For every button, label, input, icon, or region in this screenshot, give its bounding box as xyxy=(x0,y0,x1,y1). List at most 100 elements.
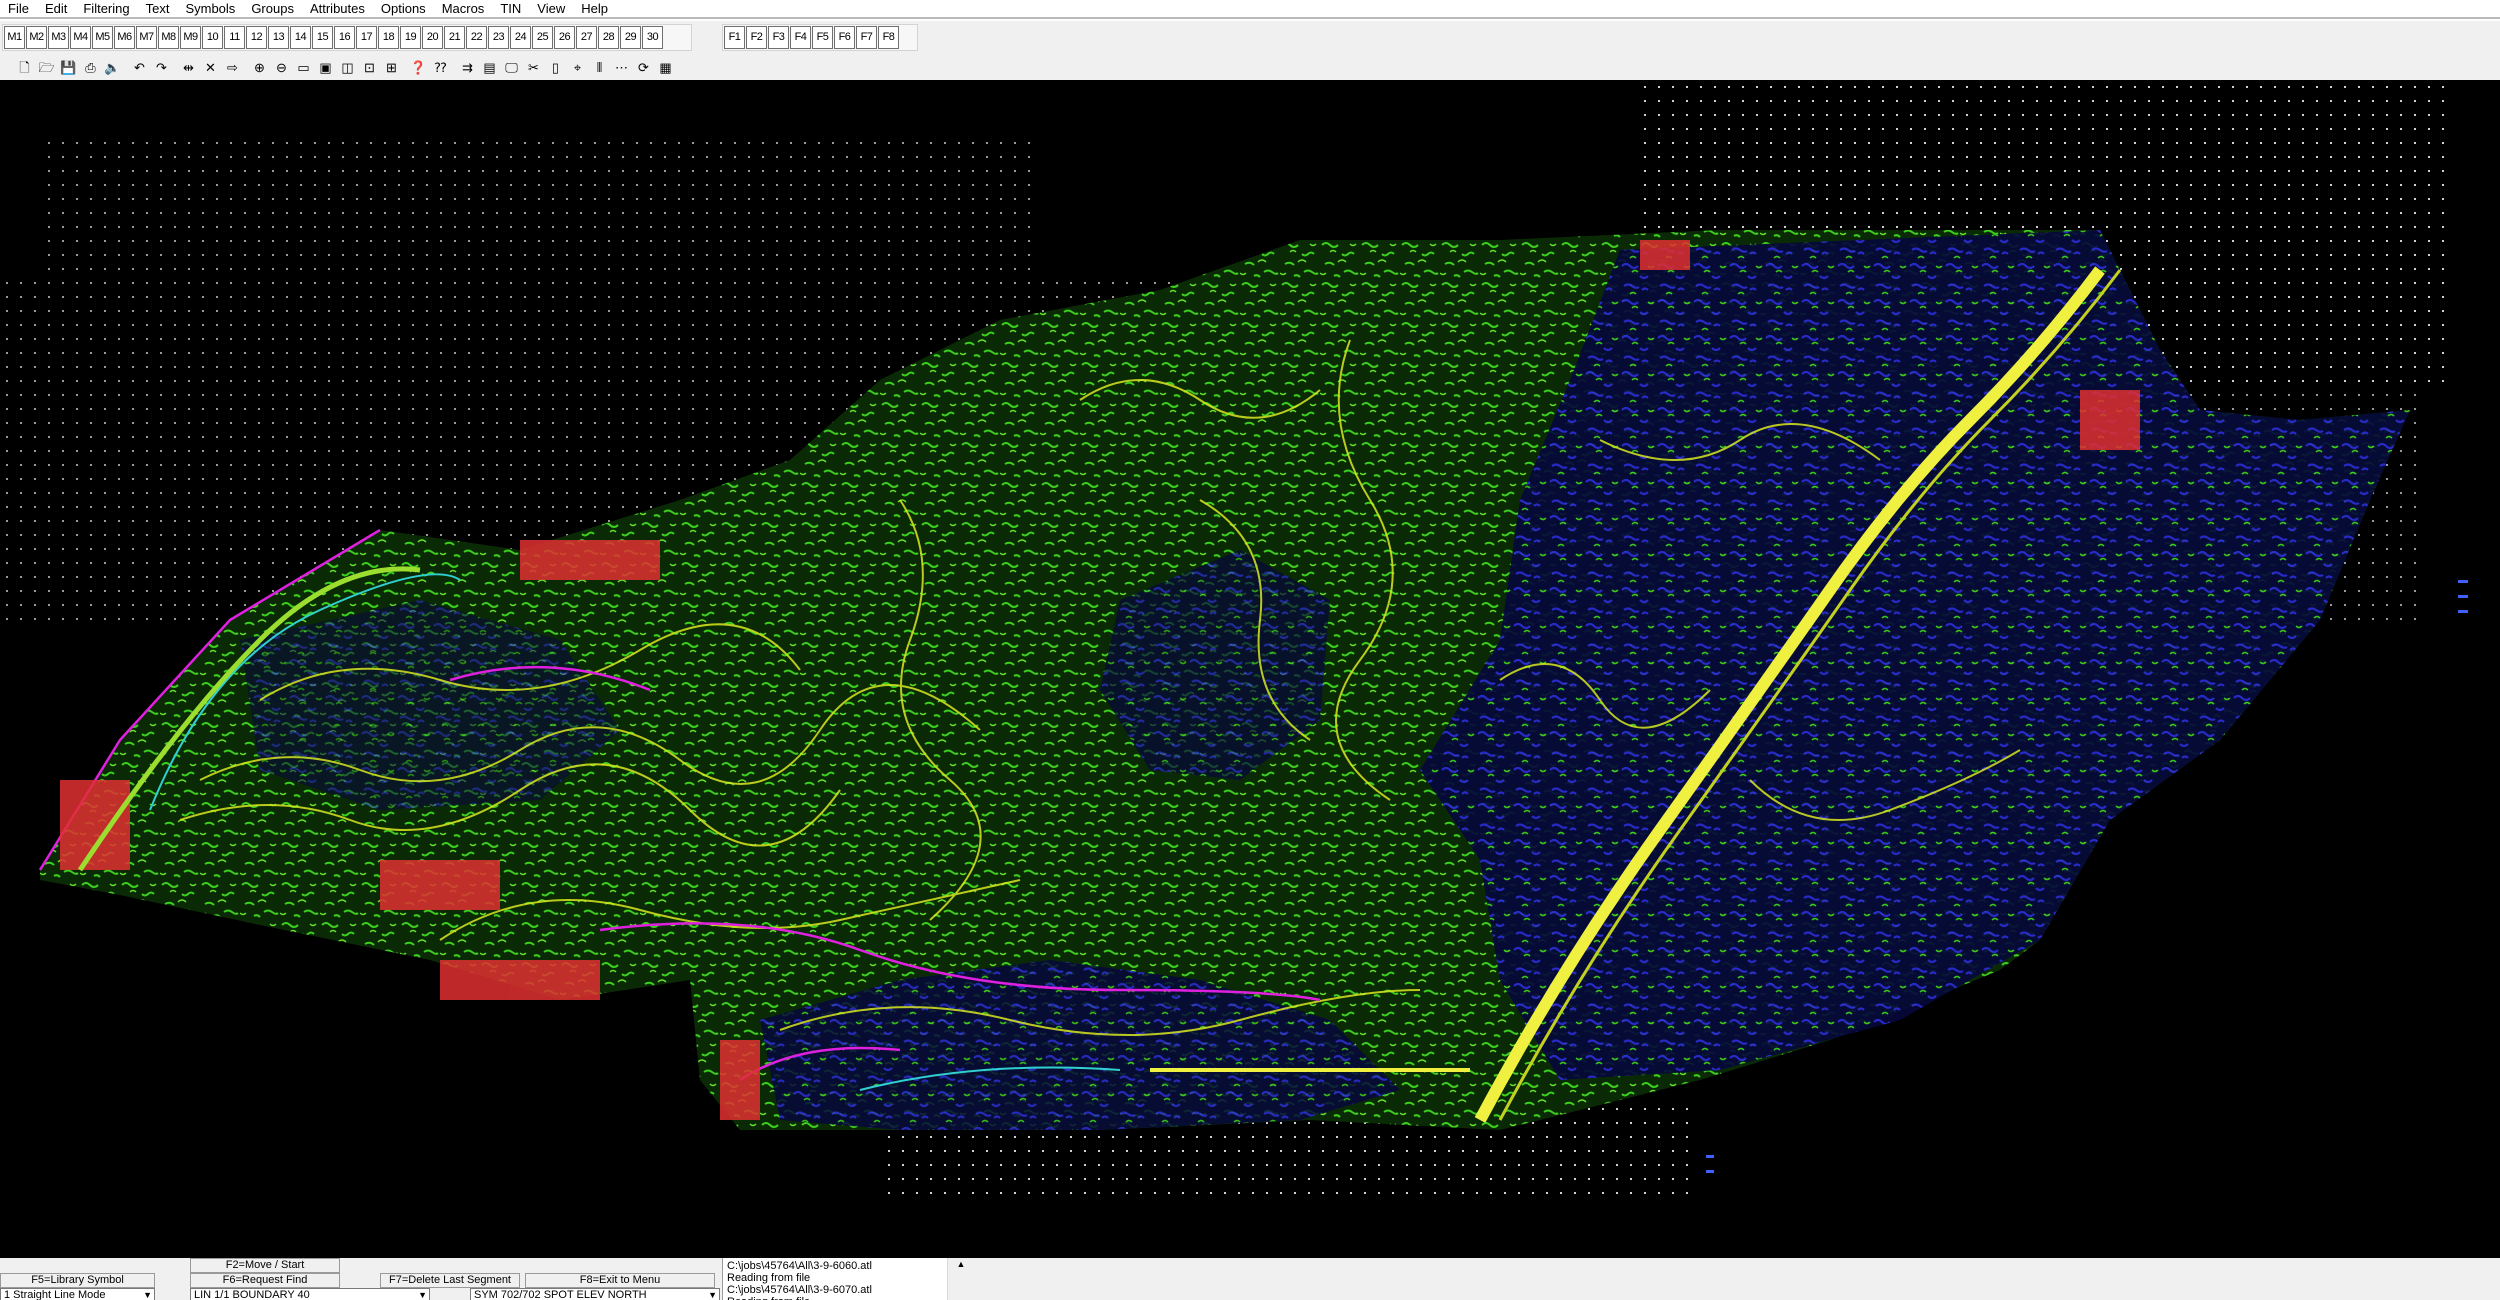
macro-key-24[interactable]: 24 xyxy=(510,26,531,49)
macro-key-29[interactable]: 29 xyxy=(620,26,641,49)
f8-exit-to-menu-button[interactable]: F8=Exit to Menu xyxy=(525,1273,715,1288)
symbol-type-value: SYM 702/702 SPOT ELEV NORTH xyxy=(474,1289,647,1300)
menu-file[interactable]: File xyxy=(0,0,37,18)
macro-key-27[interactable]: 27 xyxy=(576,26,597,49)
macro-key-26[interactable]: 26 xyxy=(554,26,575,49)
macro-key-28[interactable]: 28 xyxy=(598,26,619,49)
macro-key-20[interactable]: 20 xyxy=(422,26,443,49)
drawing-canvas[interactable] xyxy=(0,80,2500,1258)
scissors-icon[interactable]: ✂ xyxy=(523,57,544,78)
layer-icon[interactable]: ▤ xyxy=(479,57,500,78)
dimmed-tool-icon[interactable]: ▯ xyxy=(545,57,566,78)
macro-key-17[interactable]: 17 xyxy=(356,26,377,49)
macro-key-11[interactable]: 11 xyxy=(224,26,245,49)
macro-key-m1[interactable]: M1 xyxy=(4,26,25,49)
menu-macros[interactable]: Macros xyxy=(434,0,493,18)
align-icon[interactable]: ⫴ xyxy=(589,57,610,78)
menu-tin[interactable]: TIN xyxy=(492,0,529,18)
function-key-f1[interactable]: F1 xyxy=(724,26,745,49)
monitor-icon[interactable]: 🖵 xyxy=(501,57,522,78)
macro-key-m3[interactable]: M3 xyxy=(48,26,69,49)
whats-this-icon[interactable]: ⁇ xyxy=(430,57,451,78)
macro-key-m5[interactable]: M5 xyxy=(92,26,113,49)
message-log: C:\jobs\45764\All\3-9-6060.atl Reading fr… xyxy=(722,1258,974,1300)
macro-key-25[interactable]: 25 xyxy=(532,26,553,49)
macro-key-16[interactable]: 16 xyxy=(334,26,355,49)
print-icon[interactable]: ⎙ xyxy=(80,57,101,78)
symbol-type-select[interactable]: SYM 702/702 SPOT ELEV NORTH ▼ xyxy=(470,1288,720,1300)
measure-icon[interactable]: ⇹ xyxy=(178,57,199,78)
line-type-select[interactable]: LIN 1/1 BOUNDARY 40 ▼ xyxy=(190,1288,430,1300)
move-right-icon[interactable]: ⇨ xyxy=(222,57,243,78)
redraw-icon[interactable]: ⊞ xyxy=(381,57,402,78)
zoom-out-icon[interactable]: ⊖ xyxy=(271,57,292,78)
macro-key-21[interactable]: 21 xyxy=(444,26,465,49)
speaker-icon[interactable]: 🔈 xyxy=(102,57,123,78)
zoom-previous-icon[interactable]: ◫ xyxy=(337,57,358,78)
macro-key-13[interactable]: 13 xyxy=(268,26,289,49)
zoom-window-icon[interactable]: ▭ xyxy=(293,57,314,78)
help-icon[interactable]: ❓ xyxy=(408,57,429,78)
line-mode-select[interactable]: 1 Straight Line Mode ▼ xyxy=(0,1288,155,1300)
macro-key-14[interactable]: 14 xyxy=(290,26,311,49)
log-scrollbar[interactable]: ▲ xyxy=(947,1258,974,1300)
menu-symbols[interactable]: Symbols xyxy=(177,0,243,18)
menu-edit[interactable]: Edit xyxy=(37,0,75,18)
macro-key-19[interactable]: 19 xyxy=(400,26,421,49)
function-key-f2[interactable]: F2 xyxy=(746,26,767,49)
macro-key-m4[interactable]: M4 xyxy=(70,26,91,49)
macro-key-22[interactable]: 22 xyxy=(466,26,487,49)
f7-delete-last-segment-button[interactable]: F7=Delete Last Segment xyxy=(380,1273,520,1288)
properties-icon[interactable]: ▦ xyxy=(655,57,676,78)
save-icon[interactable]: 💾 xyxy=(58,57,79,78)
grid-region-west-upper xyxy=(40,140,1040,280)
menu-help[interactable]: Help xyxy=(573,0,616,18)
f6-request-find-button[interactable]: F6=Request Find xyxy=(190,1273,340,1288)
macro-key-m6[interactable]: M6 xyxy=(114,26,135,49)
redo-icon[interactable]: ↷ xyxy=(151,57,172,78)
zoom-extent-icon[interactable]: ▣ xyxy=(315,57,336,78)
undo-icon[interactable]: ↶ xyxy=(129,57,150,78)
macro-key-23[interactable]: 23 xyxy=(488,26,509,49)
function-key-f5[interactable]: F5 xyxy=(812,26,833,49)
menu-view[interactable]: View xyxy=(529,0,573,18)
macro-key-m9[interactable]: M9 xyxy=(180,26,201,49)
map-drawing xyxy=(0,80,2468,1200)
function-key-f4[interactable]: F4 xyxy=(790,26,811,49)
menu-attributes[interactable]: Attributes xyxy=(302,0,373,18)
log-line: Reading from file xyxy=(727,1272,811,1284)
pan-icon[interactable]: ⊡ xyxy=(359,57,380,78)
macro-toolbar: M1 M2 M3 M4 M5 M6 M7 M8 M9 10 11 12 13 14 15 16 17 18 19 20… xyxy=(0,21,2500,54)
menu-groups[interactable]: Groups xyxy=(243,0,302,18)
function-key-f6[interactable]: F6 xyxy=(834,26,855,49)
macro-key-10[interactable]: 10 xyxy=(202,26,223,49)
menu-text[interactable]: Text xyxy=(138,0,178,18)
f2-move-start-button[interactable]: F2=Move / Start xyxy=(190,1258,340,1273)
menu-bar: File Edit Filtering Text Symbols Groups Attrib… xyxy=(0,0,2500,19)
line-mode-value: 1 Straight Line Mode xyxy=(4,1289,106,1300)
macro-key-18[interactable]: 18 xyxy=(378,26,399,49)
log-line: Reading from file xyxy=(727,1296,970,1300)
scroll-up-icon[interactable]: ▲ xyxy=(948,1258,974,1270)
macro-key-m7[interactable]: M7 xyxy=(136,26,157,49)
macro-key-m8[interactable]: M8 xyxy=(158,26,179,49)
grid-icon[interactable]: ⋯ xyxy=(611,57,632,78)
function-key-f8[interactable]: F8 xyxy=(878,26,899,49)
menu-filtering[interactable]: Filtering xyxy=(75,0,137,18)
macro-key-30[interactable]: 30 xyxy=(642,26,663,49)
f5-library-symbol-button[interactable]: F5=Library Symbol xyxy=(0,1273,155,1288)
refresh-icon[interactable]: ⟳ xyxy=(633,57,654,78)
open-folder-icon[interactable]: 🗁 xyxy=(36,57,57,78)
function-key-f3[interactable]: F3 xyxy=(768,26,789,49)
snap-icon[interactable]: ⌖ xyxy=(567,57,588,78)
macro-key-12[interactable]: 12 xyxy=(246,26,267,49)
macro-key-m2[interactable]: M2 xyxy=(26,26,47,49)
chevron-down-icon: ▼ xyxy=(708,1290,717,1300)
macro-key-15[interactable]: 15 xyxy=(312,26,333,49)
zoom-in-icon[interactable]: ⊕ xyxy=(249,57,270,78)
menu-options[interactable]: Options xyxy=(373,0,434,18)
delete-segment-icon[interactable]: ✕ xyxy=(200,57,221,78)
function-key-f7[interactable]: F7 xyxy=(856,26,877,49)
new-file-icon[interactable]: 🗋 xyxy=(14,57,35,78)
import-icon[interactable]: ⇉ xyxy=(457,57,478,78)
